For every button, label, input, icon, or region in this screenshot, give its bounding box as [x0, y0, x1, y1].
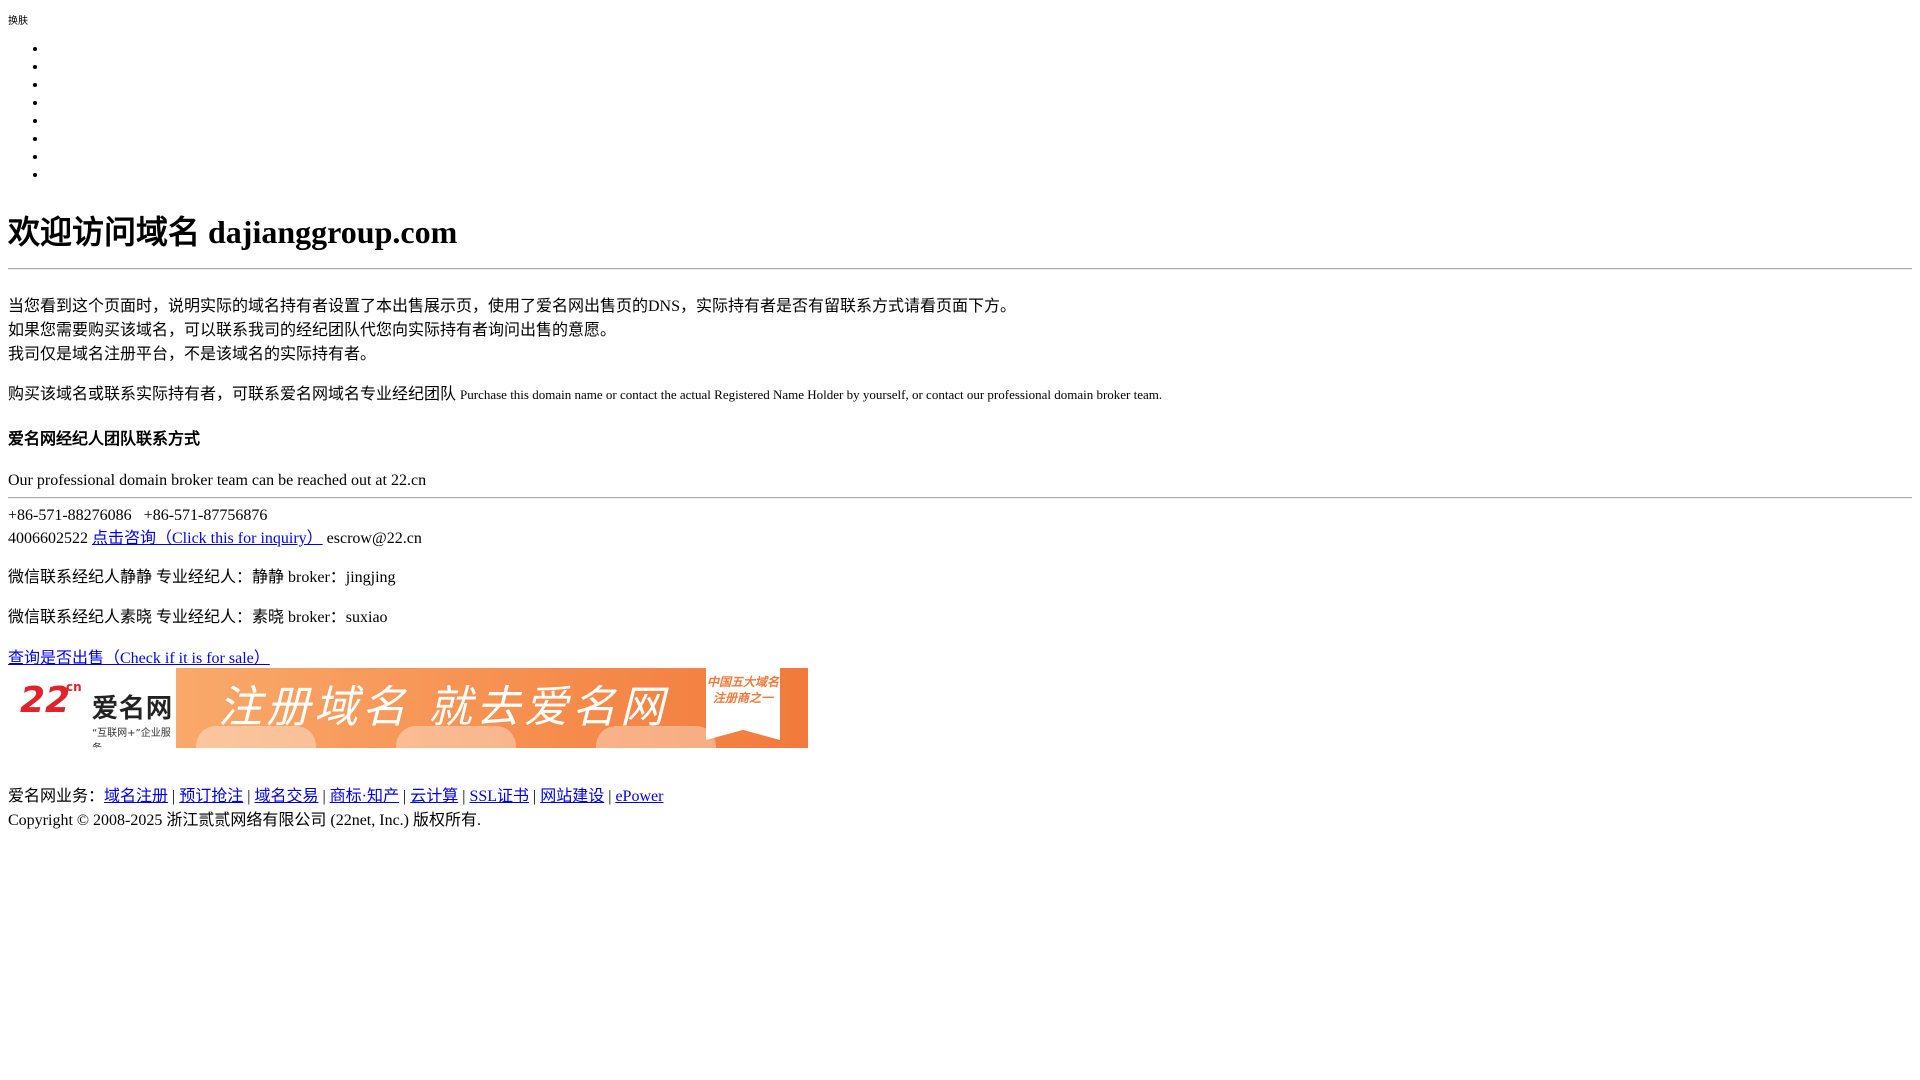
purchase-note: 购买该域名或联系实际持有者，可联系爱名网域名专业经纪团队 Purchase th… — [8, 383, 1162, 407]
intro-text: 当您看到这个页面时，说明实际的域名持有者设置了本出售展示页，使用了爱名网出售页的… — [8, 295, 1016, 367]
logo-tagline: “互联网+”企业服务 — [92, 728, 171, 748]
link-separator: | — [604, 788, 616, 805]
wechat-qr-image: 微信联系经纪人素晓 — [8, 609, 153, 626]
badge-text: 中国五大域名注册商之一 — [706, 675, 779, 705]
link-separator: | — [318, 788, 330, 805]
promo-banner[interactable]: 22 cn 爱名网 “互联网+”企业服务 注册域名 就去爱名网 中国五大域名注册… — [8, 668, 808, 748]
purchase-note-cn: 购买该域名或联系实际持有者，可联系爱名网域名专业经纪团队 — [8, 386, 457, 403]
footer-link-epower[interactable]: ePower — [615, 788, 663, 805]
broker-name: 专业经纪人：静静 broker：jingjing — [156, 569, 396, 586]
skin-toggle[interactable]: 换肤 — [8, 12, 28, 27]
inquiry-link[interactable]: 点击咨询（Click this for inquiry） — [92, 530, 323, 547]
link-separator: | — [399, 788, 411, 805]
link-separator: | — [168, 788, 180, 805]
intro-line: 我司仅是域名注册平台，不是该域名的实际持有者。 — [8, 346, 377, 363]
hotline-number: 4006602522 — [8, 530, 88, 547]
logo-name: 爱名网 — [92, 694, 174, 724]
banner-badge: 中国五大域名注册商之一 — [706, 668, 780, 740]
broker-team-heading: 爱名网经纪人团队联系方式 — [8, 431, 201, 448]
logo-number: 22 — [20, 680, 71, 721]
divider — [8, 268, 1912, 270]
skin-options-list — [8, 40, 48, 184]
link-separator: | — [529, 788, 541, 805]
intro-line: 如果您需要购买该域名，可以联系我司的经纪团队代您向实际持有者询问出售的意愿。 — [8, 322, 617, 339]
contact-email: escrow@22.cn — [326, 530, 422, 547]
business-links: 爱名网业务：域名注册 | 预订抢注 | 域名交易 | 商标·知产 | 云计算 |… — [8, 785, 663, 809]
broker-name: 专业经纪人：素晓 broker：suxiao — [156, 609, 388, 626]
banner-main: 注册域名 就去爱名网 中国五大域名注册商之一 — [176, 668, 808, 748]
footer-link-website-building[interactable]: 网站建设 — [540, 788, 604, 805]
brand-logo: 22 cn 爱名网 “互联网+”企业服务 — [8, 668, 176, 748]
intro-line: 当您看到这个页面时，说明实际的域名持有者设置了本出售展示页，使用了爱名网出售页的… — [8, 298, 1017, 315]
check-sale-link[interactable]: 查询是否出售（Check if it is for sale） — [8, 650, 270, 667]
copyright: Copyright © 2008-2025 浙江贰贰网络有限公司 (22net,… — [8, 812, 482, 829]
footer-link-ssl[interactable]: SSL证书 — [469, 788, 529, 805]
logo-cn-mark: cn — [66, 680, 82, 694]
business-links-label: 爱名网业务： — [8, 788, 105, 805]
divider — [8, 497, 1912, 499]
page-title: 欢迎访问域名 dajianggroup.com — [8, 214, 458, 250]
broker-entry: 微信联系经纪人静静 专业经纪人：静静 broker：jingjing — [8, 566, 396, 590]
broker-entry: 微信联系经纪人素晓 专业经纪人：素晓 broker：suxiao — [8, 606, 388, 630]
footer-link-backorder[interactable]: 预订抢注 — [179, 788, 243, 805]
broker-team-note: Our professional domain broker team can … — [8, 472, 427, 489]
contact-row: 4006602522 点击咨询（Click this for inquiry） … — [8, 527, 422, 551]
purchase-note-en: Purchase this domain name or contact the… — [460, 387, 1163, 402]
wechat-qr-image: 微信联系经纪人静静 — [8, 569, 153, 586]
footer-link-domain-trading[interactable]: 域名交易 — [254, 788, 318, 805]
footer-link-trademark-ip[interactable]: 商标·知产 — [330, 788, 399, 805]
phone-numbers: +86-571-88276086 +86-571-87756876 — [8, 507, 268, 524]
footer-link-domain-registration[interactable]: 域名注册 — [104, 788, 168, 805]
link-separator: | — [243, 788, 255, 805]
banner-slogan: 注册域名 就去爱名网 — [218, 682, 668, 733]
link-separator: | — [458, 788, 470, 805]
footer-link-cloud[interactable]: 云计算 — [410, 788, 458, 805]
